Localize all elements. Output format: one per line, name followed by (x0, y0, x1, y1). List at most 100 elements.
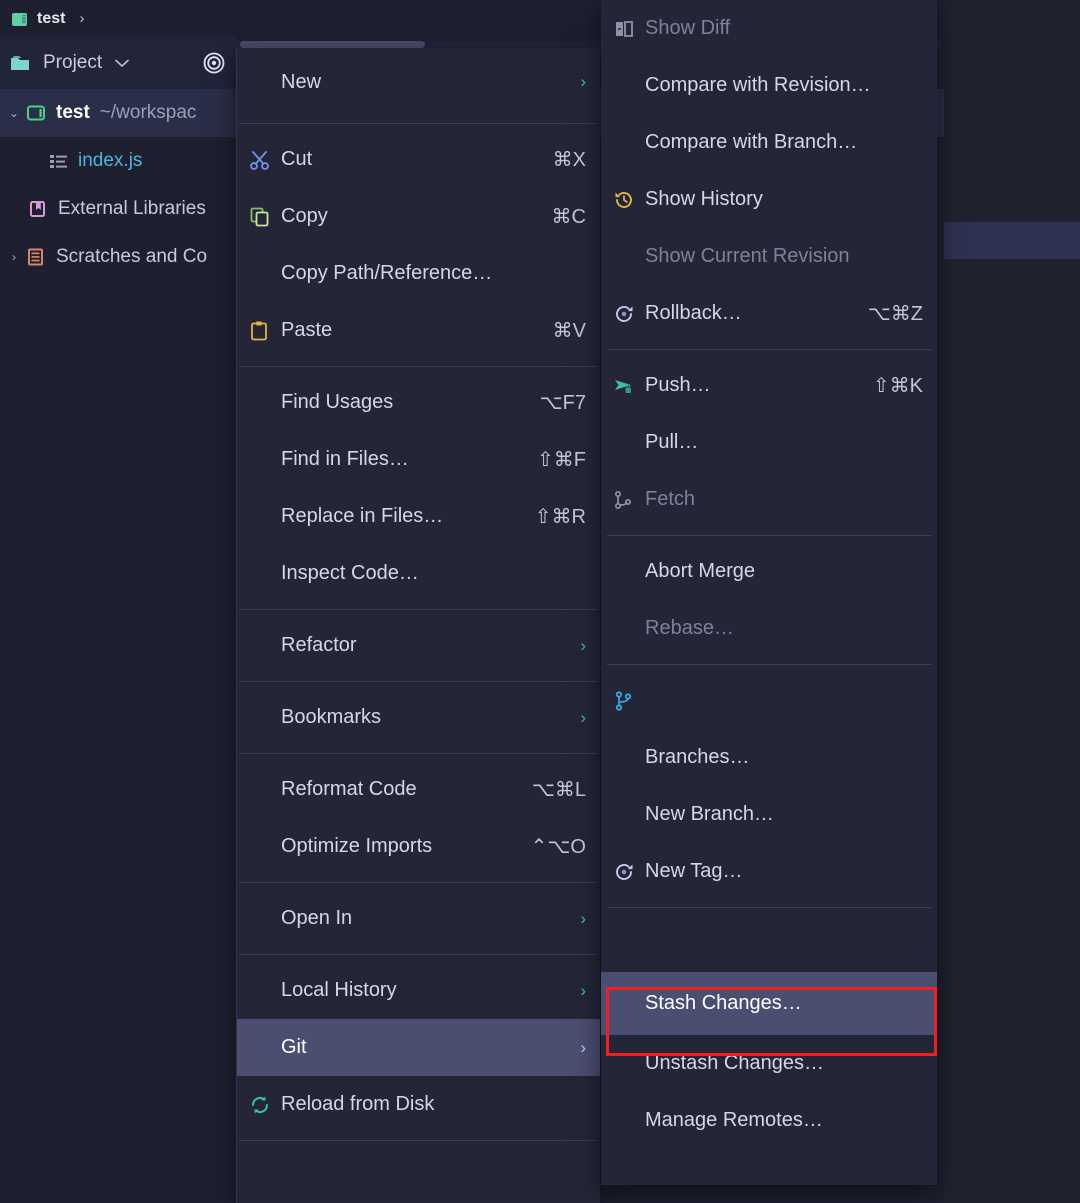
menu-item-local-history[interactable]: Local History › (237, 962, 600, 1019)
menu-item-new-branch[interactable]: Branches… (601, 729, 937, 786)
menu-item-show-diff: Show Diff (601, 0, 937, 57)
push-icon (611, 373, 637, 399)
menu-item-label: Push… (645, 374, 711, 397)
select-opened-file-icon[interactable] (202, 51, 226, 75)
menu-item-manage-remotes[interactable]: Unstash Changes… (601, 1035, 937, 1092)
menu-item-reformat-code[interactable]: Reformat Code ⌥⌘L (237, 761, 600, 818)
menu-item-label: Stash Changes… (645, 992, 802, 1015)
external-libraries-icon (26, 199, 52, 219)
menu-item-reload-from-disk[interactable]: Reload from Disk (237, 1076, 600, 1133)
menu-item-open-in[interactable]: Open In › (237, 890, 600, 947)
menu-separator (239, 609, 598, 610)
menu-item-fetch: Fetch (601, 471, 937, 528)
menu-separator (239, 123, 598, 124)
chevron-right-icon: › (554, 981, 586, 1001)
menu-item-label: Show History (645, 188, 763, 211)
menu-item-show-history[interactable]: Show History (601, 171, 937, 228)
menu-item-shortcut: ⌥⌘Z (842, 301, 923, 326)
reload-icon (247, 1092, 273, 1118)
menu-separator (607, 664, 931, 665)
menu-item-optimize-imports[interactable]: Optimize Imports ⌃⌥O (237, 818, 600, 875)
menu-item-unstash-changes[interactable]: Stash Changes… (601, 972, 937, 1035)
menu-item-label: Reload from Disk (281, 1093, 434, 1116)
menu-item-label: New (281, 71, 321, 94)
tree-item-label: External Libraries (58, 198, 206, 220)
chevron-right-icon: › (554, 1038, 586, 1058)
menu-item-label: Show Current Revision (645, 245, 850, 268)
menu-item-new[interactable]: New › (237, 48, 600, 116)
menu-separator (239, 1140, 598, 1141)
menu-item-compare-with-revision[interactable]: Compare with Revision… (601, 57, 937, 114)
menu-item-label: Rebase… (645, 617, 734, 640)
tree-item-label: Scratches and Co (56, 246, 207, 268)
menu-item-label: Pull… (645, 431, 698, 454)
chevron-right-icon[interactable]: › (4, 250, 24, 264)
menu-item-label: Show Diff (645, 17, 730, 40)
editor-highlighted-line (944, 222, 1080, 259)
menu-item-copy-path-reference[interactable]: Copy Path/Reference… (237, 245, 600, 302)
module-folder-icon (24, 103, 50, 123)
menu-item-shortcut: ⌘V (527, 318, 586, 343)
breadcrumb-item-test[interactable]: test › (10, 9, 84, 29)
menu-item-push[interactable]: Push… ⇧⌘K (601, 357, 937, 414)
tree-item-path: ~/workspac (100, 102, 197, 124)
menu-item-new-tag[interactable]: New Branch… (601, 786, 937, 843)
menu-item-rebase: Rebase… (601, 600, 937, 657)
menu-item-label: Optimize Imports (281, 835, 432, 858)
menu-item-branches[interactable] (601, 672, 937, 729)
menu-item-reset-head[interactable]: New Tag… (601, 843, 937, 900)
editor-area[interactable] (944, 0, 1080, 1203)
menu-item-label: Open In (281, 907, 352, 930)
menu-item-inspect-code[interactable]: Inspect Code… (237, 545, 600, 602)
project-view-context-menu[interactable]: New › Cut ⌘X Copy ⌘C (236, 48, 600, 1203)
copy-icon (247, 204, 273, 230)
menu-item-pull[interactable]: Pull… (601, 414, 937, 471)
menu-item-stash-changes[interactable] (601, 915, 937, 972)
menu-item-clone[interactable]: Manage Remotes… (601, 1092, 937, 1149)
menu-item-find-in-files[interactable]: Find in Files… ⇧⌘F (237, 431, 600, 488)
menu-item-label: Copy (281, 205, 328, 228)
menu-item-refactor[interactable]: Refactor › (237, 617, 600, 674)
chevron-right-icon: › (554, 909, 586, 929)
menu-item-bookmarks[interactable]: Bookmarks › (237, 689, 600, 746)
menu-item-shortcut: ⇧⌘F (511, 447, 586, 472)
menu-item-copy[interactable]: Copy ⌘C (237, 188, 600, 245)
menu-item-find-usages[interactable]: Find Usages ⌥F7 (237, 374, 600, 431)
menu-separator (239, 681, 598, 682)
chevron-down-icon[interactable] (114, 58, 130, 68)
git-submenu[interactable]: Show Diff Compare with Revision… Compare… (601, 0, 937, 1185)
show-diff-icon (611, 16, 637, 42)
fetch-icon (611, 487, 637, 513)
breadcrumb-separator: › (79, 10, 84, 27)
menu-item-replace-in-files[interactable]: Replace in Files… ⇧⌘R (237, 488, 600, 545)
menu-item-shortcut: ⌘C (526, 204, 586, 229)
tree-horizontal-scrollbar-thumb[interactable] (240, 41, 425, 48)
menu-separator (607, 349, 931, 350)
menu-item-abort-merge[interactable]: Abort Merge (601, 543, 937, 600)
tree-item-label: test (56, 102, 90, 124)
chevron-right-icon: › (554, 708, 586, 728)
menu-item-label: Local History (281, 979, 397, 1002)
tool-window-header: Project (0, 37, 236, 89)
show-history-icon (611, 187, 637, 213)
menu-item-rollback[interactable]: Rollback… ⌥⌘Z (601, 285, 937, 342)
menu-item-compare-with-branch[interactable]: Compare with Branch… (601, 114, 937, 171)
chevron-down-icon[interactable]: ⌄ (4, 106, 24, 120)
menu-item-shortcut: ⇧⌘K (847, 373, 923, 398)
menu-item-label: Rollback… (645, 302, 742, 325)
js-file-icon (46, 152, 72, 170)
menu-separator (239, 366, 598, 367)
menu-item-label: Find Usages (281, 391, 393, 414)
menu-separator (239, 753, 598, 754)
menu-item-label: Manage Remotes… (645, 1109, 823, 1132)
chevron-right-icon: › (554, 72, 586, 92)
menu-item-label: Fetch (645, 488, 695, 511)
menu-item-label: Bookmarks (281, 706, 381, 729)
menu-item-git[interactable]: Git › (237, 1019, 600, 1076)
menu-item-label: New Branch… (645, 803, 774, 826)
menu-separator (239, 954, 598, 955)
tree-item-label: index.js (78, 150, 142, 172)
menu-item-label: Unstash Changes… (645, 1052, 824, 1075)
menu-item-cut[interactable]: Cut ⌘X (237, 131, 600, 188)
menu-item-paste[interactable]: Paste ⌘V (237, 302, 600, 359)
